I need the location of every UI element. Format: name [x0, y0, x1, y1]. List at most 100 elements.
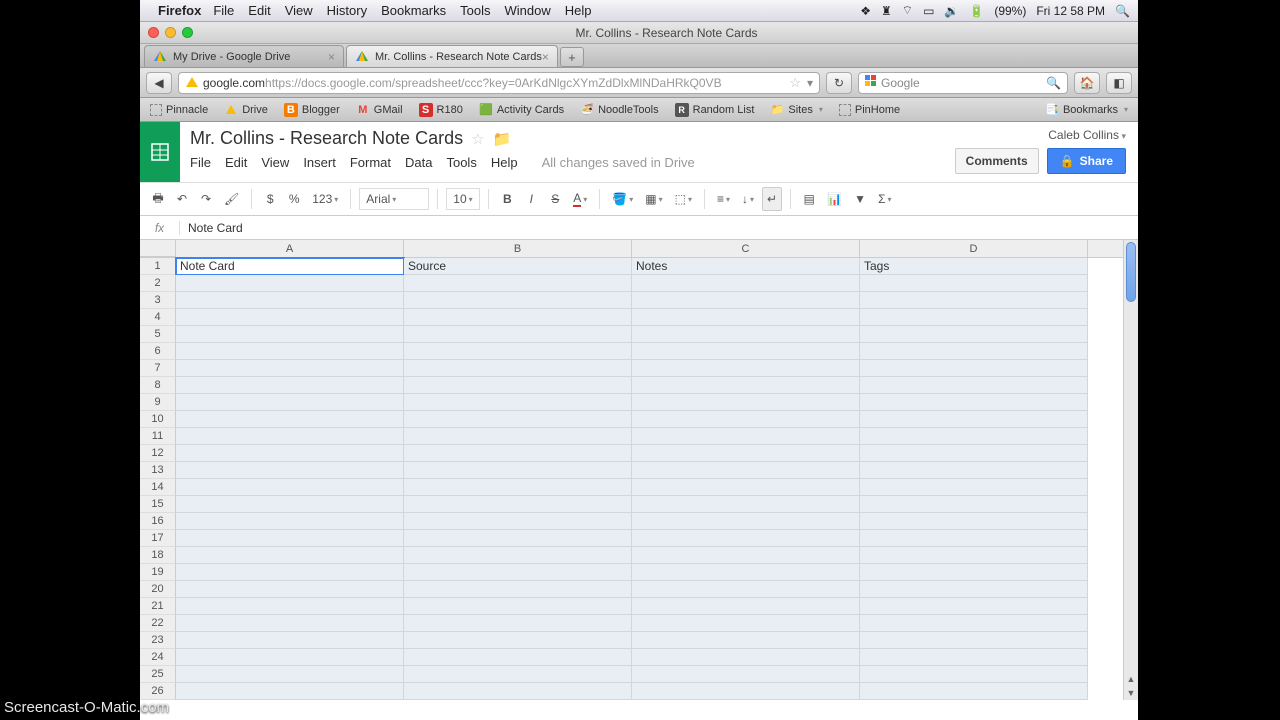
scroll-down-icon[interactable]: ▼: [1124, 686, 1138, 700]
bookmarks-menu[interactable]: 📑Bookmarks▾: [1041, 101, 1132, 119]
cell-C21[interactable]: [632, 598, 860, 615]
cell-D24[interactable]: [860, 649, 1088, 666]
cell-D9[interactable]: [860, 394, 1088, 411]
menu-bookmarks[interactable]: Bookmarks: [381, 3, 446, 18]
minimize-window-button[interactable]: [165, 27, 176, 38]
cell-D23[interactable]: [860, 632, 1088, 649]
row-header[interactable]: 17: [140, 530, 176, 547]
back-button[interactable]: ◀: [146, 72, 172, 94]
share-button[interactable]: 🔒Share: [1047, 148, 1126, 174]
cell-D11[interactable]: [860, 428, 1088, 445]
cell-B7[interactable]: [404, 360, 632, 377]
tab-drive[interactable]: My Drive - Google Drive ×: [144, 45, 344, 67]
cell-B4[interactable]: [404, 309, 632, 326]
cell-A10[interactable]: [176, 411, 404, 428]
cell-A8[interactable]: [176, 377, 404, 394]
cell-D8[interactable]: [860, 377, 1088, 394]
cell-B9[interactable]: [404, 394, 632, 411]
cell-B18[interactable]: [404, 547, 632, 564]
cell-C15[interactable]: [632, 496, 860, 513]
row-header[interactable]: 3: [140, 292, 176, 309]
cell-C17[interactable]: [632, 530, 860, 547]
bookmark-star-icon[interactable]: ☆: [789, 75, 801, 91]
select-all-corner[interactable]: [140, 240, 176, 257]
row-header[interactable]: 9: [140, 394, 176, 411]
cell-A5[interactable]: [176, 326, 404, 343]
cell-B6[interactable]: [404, 343, 632, 360]
row-header[interactable]: 7: [140, 360, 176, 377]
bookmark-random-list[interactable]: RRandom List: [671, 101, 759, 119]
cell-C18[interactable]: [632, 547, 860, 564]
sheets-menu-help[interactable]: Help: [491, 155, 518, 170]
currency-button[interactable]: $: [260, 187, 280, 211]
bookmark-r180[interactable]: SR180: [415, 101, 467, 119]
row-header[interactable]: 13: [140, 462, 176, 479]
star-icon[interactable]: ☆: [471, 130, 484, 148]
cell-A24[interactable]: [176, 649, 404, 666]
cell-A7[interactable]: [176, 360, 404, 377]
search-input[interactable]: Google 🔍: [858, 72, 1068, 94]
fill-color-button[interactable]: 🪣: [608, 187, 637, 211]
cell-D25[interactable]: [860, 666, 1088, 683]
sheets-menu-format[interactable]: Format: [350, 155, 391, 170]
bookmark-drive[interactable]: Drive: [220, 101, 272, 119]
dropdown-icon[interactable]: ▾: [807, 76, 813, 90]
row-header[interactable]: 26: [140, 683, 176, 700]
scrollbar-thumb[interactable]: [1126, 242, 1136, 302]
wifi-icon[interactable]: ⌔: [902, 3, 913, 18]
tab-close-icon[interactable]: ×: [542, 50, 549, 64]
sync-icon[interactable]: ❖: [860, 4, 871, 18]
number-format-button[interactable]: 123: [308, 187, 342, 211]
cell-A11[interactable]: [176, 428, 404, 445]
cell-D3[interactable]: [860, 292, 1088, 309]
font-select[interactable]: Arial: [359, 188, 429, 210]
cell-D21[interactable]: [860, 598, 1088, 615]
row-header[interactable]: 20: [140, 581, 176, 598]
cell-A15[interactable]: [176, 496, 404, 513]
cell-B11[interactable]: [404, 428, 632, 445]
display-icon[interactable]: ▭: [923, 4, 934, 18]
cell-A4[interactable]: [176, 309, 404, 326]
cell-A23[interactable]: [176, 632, 404, 649]
print-button[interactable]: 🖶: [148, 187, 168, 211]
paint-format-button[interactable]: 🖌: [220, 187, 243, 211]
close-window-button[interactable]: [148, 27, 159, 38]
cell-B5[interactable]: [404, 326, 632, 343]
volume-icon[interactable]: 🔉: [944, 4, 959, 18]
row-header[interactable]: 10: [140, 411, 176, 428]
spotlight-icon[interactable]: 🔍: [1115, 4, 1130, 18]
cell-B12[interactable]: [404, 445, 632, 462]
bookmark-activity-cards[interactable]: 🟩Activity Cards: [475, 101, 568, 119]
halign-button[interactable]: ≡: [713, 187, 734, 211]
reload-button[interactable]: ↻: [826, 72, 852, 94]
cell-B15[interactable]: [404, 496, 632, 513]
cell-D22[interactable]: [860, 615, 1088, 632]
cell-B1[interactable]: Source: [404, 258, 632, 275]
url-input[interactable]: google.com https://docs.google.com/sprea…: [178, 72, 820, 94]
home-button[interactable]: 🏠: [1074, 72, 1100, 94]
cell-A9[interactable]: [176, 394, 404, 411]
row-header[interactable]: 11: [140, 428, 176, 445]
cell-C4[interactable]: [632, 309, 860, 326]
bookmark-noodletools[interactable]: 🍜NoodleTools: [576, 101, 663, 119]
cell-D1[interactable]: Tags: [860, 258, 1088, 275]
cell-C8[interactable]: [632, 377, 860, 394]
cell-D19[interactable]: [860, 564, 1088, 581]
user-menu[interactable]: Caleb Collins: [1048, 128, 1126, 142]
row-header[interactable]: 14: [140, 479, 176, 496]
new-tab-button[interactable]: +: [560, 47, 584, 67]
cell-A20[interactable]: [176, 581, 404, 598]
cell-C19[interactable]: [632, 564, 860, 581]
cell-C2[interactable]: [632, 275, 860, 292]
comments-button[interactable]: Comments: [955, 148, 1039, 174]
cell-D17[interactable]: [860, 530, 1088, 547]
document-title[interactable]: Mr. Collins - Research Note Cards: [190, 128, 463, 149]
row-header[interactable]: 24: [140, 649, 176, 666]
sheets-logo-icon[interactable]: [140, 122, 180, 182]
cell-C22[interactable]: [632, 615, 860, 632]
cell-D4[interactable]: [860, 309, 1088, 326]
bookmark-pinnacle[interactable]: Pinnacle: [146, 102, 212, 118]
cell-A6[interactable]: [176, 343, 404, 360]
cell-C24[interactable]: [632, 649, 860, 666]
cell-D12[interactable]: [860, 445, 1088, 462]
